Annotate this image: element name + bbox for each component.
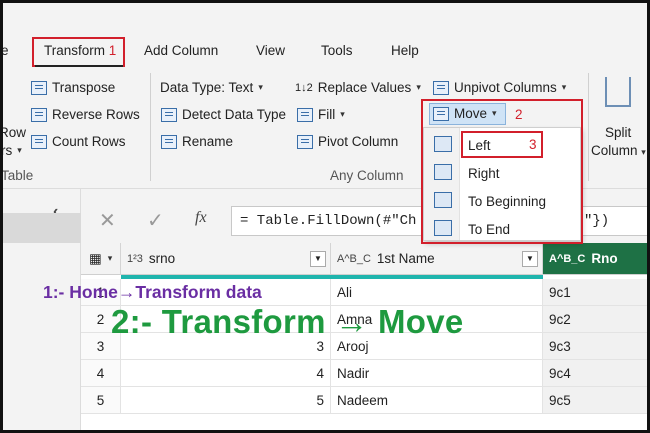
column-header-1st-name[interactable]: A^B_C 1st Name ▼: [331, 243, 543, 275]
table-cell: 9c2: [543, 306, 647, 333]
tab-add-column[interactable]: Add Column: [144, 43, 218, 58]
split-column-button[interactable]: Split Column ▾: [591, 73, 646, 163]
table-cell: 9c1: [543, 279, 647, 306]
group-any-column-label: Any Column: [330, 168, 404, 183]
table-menu-icon[interactable]: ▦ ▾: [81, 243, 121, 275]
transpose-button[interactable]: Transpose: [31, 80, 115, 95]
row-number: 4: [81, 360, 121, 387]
transpose-icon: [31, 80, 47, 95]
filter-dropdown-icon[interactable]: ▼: [522, 250, 538, 267]
split-column-icon: [605, 77, 631, 107]
pivot-column-icon: [297, 134, 313, 149]
column-header-rno[interactable]: A^B_C Rno: [543, 243, 647, 275]
detect-data-type-button[interactable]: Detect Data Type: [161, 107, 286, 122]
table-cell: Nadir: [331, 360, 543, 387]
fill-down-icon: [297, 107, 313, 122]
fill-button[interactable]: Fill ▾: [297, 107, 345, 122]
number-type-icon[interactable]: 1²3: [127, 253, 143, 265]
replace-values-button[interactable]: 1↓2 Replace Values ▾: [295, 80, 421, 95]
text-type-icon[interactable]: A^B_C: [337, 253, 371, 265]
tab-view[interactable]: View: [256, 43, 285, 58]
fx-icon[interactable]: fx: [195, 209, 207, 227]
annotation-step-2: 2:- Transform → Move: [111, 303, 464, 340]
detect-data-type-icon: [161, 107, 177, 122]
table-cell: 4: [121, 360, 331, 387]
tab-tools[interactable]: Tools: [321, 43, 353, 58]
table-cell: Nadeem: [331, 387, 543, 414]
ribbon-tabs: e Transform 1 Add Column View Tools Help: [3, 3, 647, 67]
rename-button[interactable]: Rename: [161, 134, 233, 149]
rename-icon: [161, 134, 177, 149]
filter-dropdown-icon[interactable]: ▼: [310, 250, 326, 267]
selected-query[interactable]: [3, 213, 81, 243]
ribbon-separator: [588, 73, 589, 181]
confirm-formula-icon[interactable]: ✓: [147, 208, 164, 233]
reverse-rows-icon: [31, 107, 47, 122]
table-cell: 9c3: [543, 333, 647, 360]
replace-values-icon: 1↓2: [295, 81, 313, 94]
tab-transform[interactable]: Transform 1: [44, 43, 116, 58]
data-type-dropdown[interactable]: Data Type: Text ▾: [160, 80, 263, 95]
text-type-icon[interactable]: A^B_C: [549, 253, 585, 265]
power-query-window: e Transform 1 Add Column View Tools Help…: [0, 0, 650, 433]
ribbon-separator: [150, 73, 151, 181]
step2-highlight: [421, 99, 583, 244]
step1-number: 1: [108, 43, 117, 58]
cancel-formula-icon[interactable]: ✕: [99, 208, 116, 233]
unpivot-columns-button[interactable]: Unpivot Columns ▾: [433, 80, 566, 95]
table-cell: 9c5: [543, 387, 647, 414]
row-number: 5: [81, 387, 121, 414]
group-row-label-partial: Row: [0, 125, 27, 140]
tab-home[interactable]: e: [3, 43, 9, 58]
table-cell: 5: [121, 387, 331, 414]
group-rs-label-partial: rs ▾: [1, 143, 22, 158]
annotation-step-1: 1:- Home→Transform data: [43, 282, 262, 302]
count-rows-button[interactable]: Count Rows: [31, 134, 126, 149]
table-cell: 9c4: [543, 360, 647, 387]
tab-help[interactable]: Help: [391, 43, 419, 58]
unpivot-columns-icon: [433, 80, 449, 95]
reverse-rows-button[interactable]: Reverse Rows: [31, 107, 140, 122]
count-rows-icon: [31, 134, 47, 149]
group-table-label: Table: [1, 168, 34, 183]
pivot-column-button[interactable]: Pivot Column: [297, 134, 398, 149]
column-header-srno[interactable]: 1²3 srno ▼: [121, 243, 331, 275]
table-cell: Ali: [331, 279, 543, 306]
